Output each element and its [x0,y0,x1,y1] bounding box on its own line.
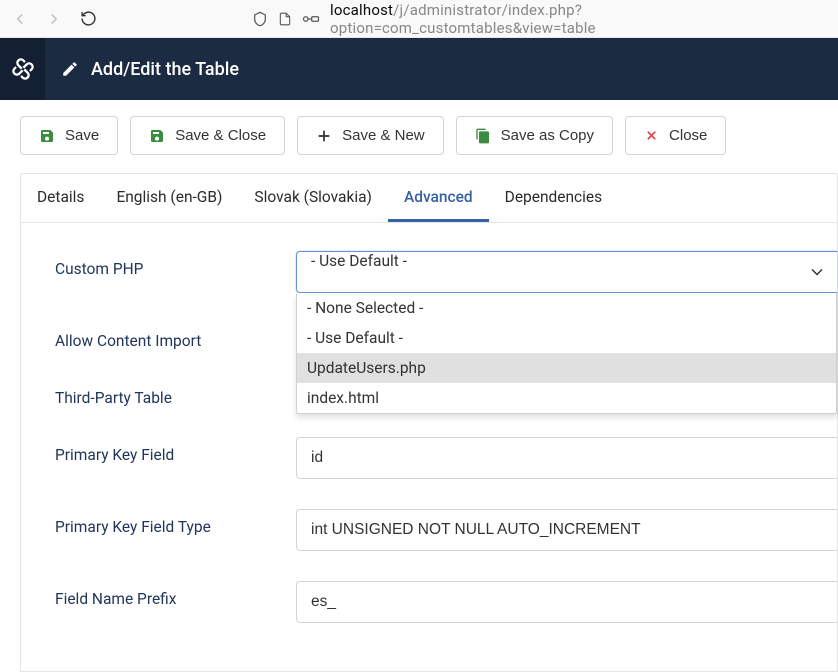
row-pk-field: Primary Key Field [55,437,837,479]
dropdown-option-default[interactable]: - Use Default - [297,323,836,353]
form-content: Custom PHP - Use Default - - None Select… [21,223,837,671]
select-value: - Use Default - [311,252,407,270]
input-pk-type[interactable] [296,509,837,551]
url-bar[interactable]: localhost/j/administrator/index.php?opti… [252,1,828,37]
tab-english[interactable]: English (en-GB) [100,174,238,222]
permissions-icon [302,12,320,26]
label-custom-php: Custom PHP [55,251,296,278]
save-copy-button[interactable]: Save as Copy [456,116,613,155]
save-button[interactable]: Save [20,116,118,155]
row-pk-type: Primary Key Field Type [55,509,837,551]
save-icon [149,128,165,144]
input-pk-field[interactable] [296,437,837,479]
forward-button[interactable] [44,9,64,29]
tab-bar: Details English (en-GB) Slovak (Slovakia… [21,174,837,223]
close-icon [644,128,659,143]
save-icon [39,128,55,144]
tab-advanced[interactable]: Advanced [388,174,489,222]
tab-dependencies[interactable]: Dependencies [489,174,619,222]
reload-button[interactable] [78,9,98,29]
label-allow-import: Allow Content Import [55,323,296,350]
dropdown-option-none[interactable]: - None Selected - [297,293,836,323]
url-text: localhost/j/administrator/index.php?opti… [330,1,828,37]
copy-icon [475,128,491,144]
plus-icon [316,128,332,144]
pencil-icon [61,60,79,78]
save-new-label: Save & New [342,127,425,144]
select-custom-php[interactable]: - Use Default - [296,251,837,293]
action-toolbar: Save Save & Close Save & New Save as Cop… [20,116,838,173]
dropdown-option-index-html[interactable]: index.html [297,383,836,413]
save-new-button[interactable]: Save & New [297,116,444,155]
joomla-logo[interactable] [0,38,45,100]
save-copy-label: Save as Copy [501,127,594,144]
label-pk-field: Primary Key Field [55,437,296,464]
chevron-down-icon [811,268,823,276]
close-label: Close [669,127,707,144]
input-prefix[interactable] [296,581,837,623]
browser-toolbar: localhost/j/administrator/index.php?opti… [0,0,838,38]
dropdown-custom-php: - None Selected - - Use Default - Update… [296,293,837,414]
close-button[interactable]: Close [625,116,726,155]
save-close-label: Save & Close [175,127,266,144]
app-header: Add/Edit the Table [0,38,838,100]
main-content: Save Save & Close Save & New Save as Cop… [20,100,838,672]
shield-icon [252,11,268,27]
save-close-button[interactable]: Save & Close [130,116,285,155]
tab-details[interactable]: Details [21,174,100,222]
row-prefix: Field Name Prefix [55,581,837,623]
tab-slovak[interactable]: Slovak (Slovakia) [238,174,388,222]
back-button[interactable] [10,9,30,29]
label-third-party: Third-Party Table [55,380,296,407]
page-title: Add/Edit the Table [91,59,239,80]
label-prefix: Field Name Prefix [55,581,296,608]
dropdown-option-update-users[interactable]: UpdateUsers.php [297,353,836,383]
form-panel: Details English (en-GB) Slovak (Slovakia… [20,173,838,672]
save-label: Save [65,127,99,144]
page-icon [278,11,292,27]
row-custom-php: Custom PHP - Use Default - - None Select… [55,251,837,293]
label-pk-type: Primary Key Field Type [55,509,296,536]
